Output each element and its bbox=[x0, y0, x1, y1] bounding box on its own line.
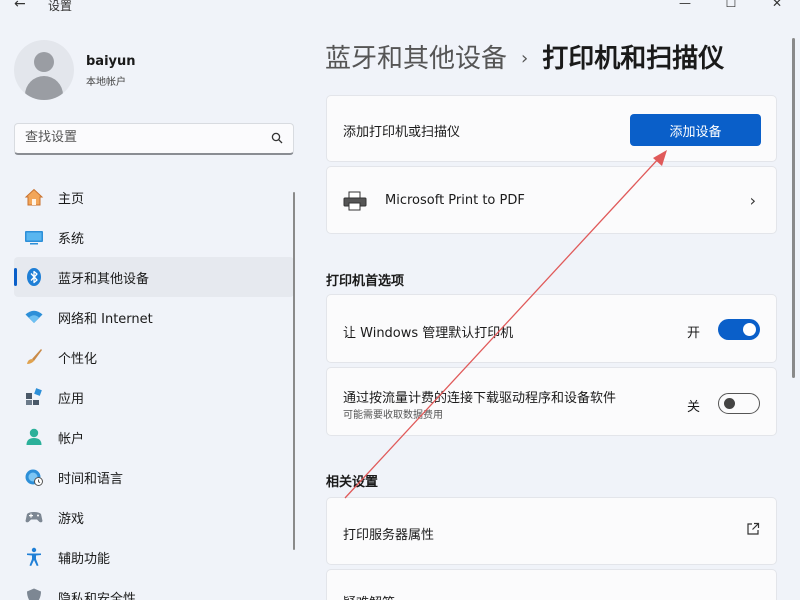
related-settings-heading: 相关设置 bbox=[326, 475, 379, 490]
chevron-right-icon: › bbox=[749, 191, 756, 210]
shield-icon bbox=[27, 588, 41, 600]
avatar-head bbox=[34, 52, 54, 72]
search-box[interactable] bbox=[14, 123, 294, 155]
close-button[interactable]: ✕ bbox=[754, 0, 800, 10]
bluetooth-icon bbox=[27, 268, 41, 286]
printer-preferences-heading: 打印机首选项 bbox=[326, 274, 405, 289]
sidebar-item-personalization[interactable]: 个性化 bbox=[14, 337, 294, 377]
title-bar: ← 设置 — ☐ ✕ bbox=[0, 0, 800, 18]
add-device-button[interactable]: 添加设备 bbox=[630, 114, 761, 146]
globe-clock-icon bbox=[25, 469, 43, 486]
gamepad-icon bbox=[25, 512, 43, 523]
sidebar-item-network[interactable]: 网络和 Internet bbox=[14, 297, 294, 337]
minimize-button[interactable]: — bbox=[662, 0, 708, 10]
sidebar-item-system[interactable]: 系统 bbox=[14, 217, 294, 257]
sidebar-item-label: 网络和 Internet bbox=[58, 311, 153, 327]
sidebar-item-label: 隐私和安全性 bbox=[58, 591, 137, 600]
breadcrumb: 蓝牙和其他设备 › 打印机和扫描仪 bbox=[325, 38, 724, 75]
sidebar-item-label: 应用 bbox=[58, 391, 85, 407]
breadcrumb-separator: › bbox=[521, 48, 529, 69]
active-indicator bbox=[14, 268, 17, 286]
apps-icon bbox=[26, 388, 42, 405]
sidebar-item-bluetooth[interactable]: 蓝牙和其他设备 bbox=[14, 257, 294, 297]
sidebar-item-gaming[interactable]: 游戏 bbox=[14, 497, 294, 537]
sidebar-item-label: 蓝牙和其他设备 bbox=[58, 271, 150, 287]
avatar-body bbox=[25, 76, 63, 100]
default-printer-setting: 让 Windows 管理默认打印机 开 bbox=[326, 294, 777, 363]
troubleshoot-item[interactable]: 疑难解答 bbox=[326, 569, 777, 600]
sidebar-scrollbar[interactable] bbox=[293, 192, 295, 550]
printer-item[interactable]: Microsoft Print to PDF › bbox=[326, 166, 777, 234]
sidebar-nav: 主页 系统 蓝牙和其他设备 网络和 Internet 个性化 应用 帐户 时间和… bbox=[14, 177, 294, 600]
setting-label: 通过按流量计费的连接下载驱动程序和设备软件 bbox=[343, 391, 617, 406]
search-input[interactable] bbox=[25, 130, 255, 145]
related-item-label: 打印服务器属性 bbox=[343, 528, 435, 543]
print-server-properties-item[interactable]: 打印服务器属性 bbox=[326, 497, 777, 565]
sidebar-item-label: 帐户 bbox=[58, 431, 85, 447]
sidebar-item-time-language[interactable]: 时间和语言 bbox=[14, 457, 294, 497]
breadcrumb-parent[interactable]: 蓝牙和其他设备 bbox=[325, 44, 507, 74]
maximize-button[interactable]: ☐ bbox=[708, 0, 754, 10]
toggle-state-label: 开 bbox=[686, 326, 700, 341]
printer-icon bbox=[343, 191, 367, 211]
sidebar-item-label: 辅助功能 bbox=[58, 551, 111, 567]
printer-name: Microsoft Print to PDF bbox=[385, 193, 525, 208]
search-icon[interactable] bbox=[271, 132, 283, 144]
window-controls: — ☐ ✕ bbox=[662, 0, 800, 10]
wifi-icon bbox=[25, 310, 43, 323]
sidebar-item-home[interactable]: 主页 bbox=[14, 177, 294, 217]
app-title: 设置 bbox=[48, 0, 73, 13]
brush-icon bbox=[27, 349, 42, 364]
related-item-label: 疑难解答 bbox=[343, 592, 395, 600]
add-printer-label: 添加打印机或扫描仪 bbox=[343, 125, 461, 140]
toggle-knob bbox=[743, 323, 756, 336]
account-icon bbox=[26, 428, 42, 445]
metered-download-toggle[interactable] bbox=[718, 393, 760, 414]
external-link-icon bbox=[747, 522, 760, 535]
sidebar-item-label: 游戏 bbox=[58, 511, 85, 527]
sidebar-item-label: 系统 bbox=[58, 231, 85, 247]
sidebar-item-accessibility[interactable]: 辅助功能 bbox=[14, 537, 294, 577]
metered-download-setting: 通过按流量计费的连接下载驱动程序和设备软件 可能需要收取数据费用 关 bbox=[326, 367, 777, 436]
back-button[interactable]: ← bbox=[14, 0, 26, 12]
sidebar-item-apps[interactable]: 应用 bbox=[14, 377, 294, 417]
sidebar-item-accounts[interactable]: 帐户 bbox=[14, 417, 294, 457]
home-icon bbox=[24, 188, 44, 206]
account-type: 本地帐户 bbox=[86, 77, 126, 88]
default-printer-toggle[interactable] bbox=[718, 319, 760, 340]
toggle-knob bbox=[724, 398, 735, 409]
setting-sublabel: 可能需要收取数据费用 bbox=[343, 410, 443, 421]
sidebar-item-label: 时间和语言 bbox=[58, 471, 124, 487]
avatar[interactable] bbox=[14, 40, 74, 100]
content-scrollbar[interactable] bbox=[792, 38, 795, 378]
setting-label: 让 Windows 管理默认打印机 bbox=[343, 326, 514, 341]
add-printer-card: 添加打印机或扫描仪 添加设备 bbox=[326, 95, 777, 162]
sidebar-item-label: 主页 bbox=[58, 191, 85, 207]
accessibility-icon bbox=[27, 547, 41, 566]
system-icon bbox=[25, 231, 43, 245]
sidebar-item-label: 个性化 bbox=[58, 351, 98, 367]
sidebar-item-privacy[interactable]: 隐私和安全性 bbox=[14, 577, 294, 600]
user-name: baiyun bbox=[86, 54, 136, 69]
toggle-state-label: 关 bbox=[686, 400, 700, 415]
page-title: 打印机和扫描仪 bbox=[542, 44, 725, 74]
